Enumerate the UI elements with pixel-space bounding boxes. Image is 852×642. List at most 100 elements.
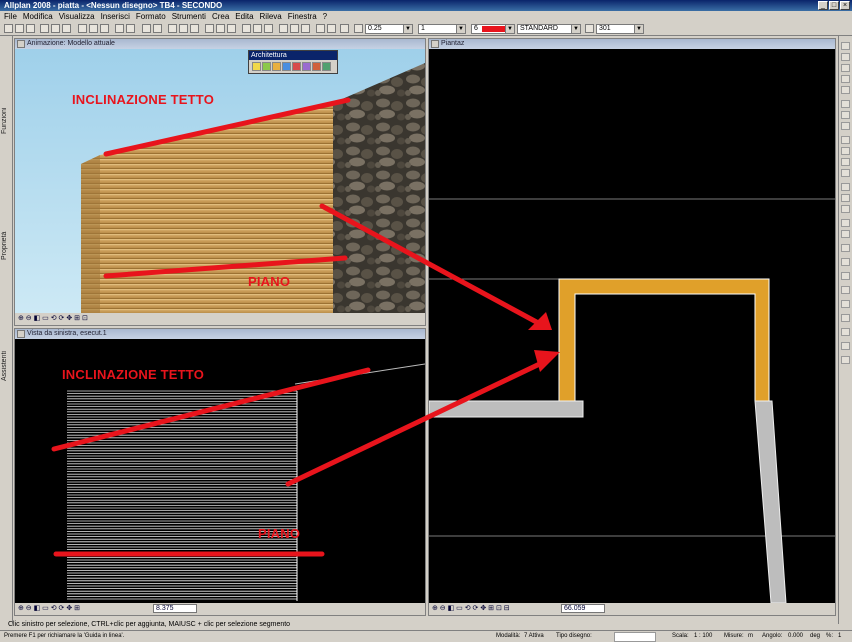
3d-view-icon[interactable] (205, 24, 214, 33)
zoom-in-icon[interactable]: ⊕ ⊖ ◧ ▭ ⟲ ⟳ ✥ ⊞ ⊡ (18, 315, 88, 322)
maximize-button[interactable]: □ (829, 1, 839, 10)
column-icon[interactable] (312, 62, 321, 71)
rectangle-tool-icon[interactable] (841, 64, 850, 72)
window-tile-icon[interactable] (242, 24, 251, 33)
roof-icon[interactable] (272, 62, 281, 71)
circle-tool-icon[interactable] (841, 75, 850, 83)
open-project-icon[interactable] (168, 24, 177, 33)
divide-tool-icon[interactable] (841, 219, 850, 227)
copy-icon[interactable] (89, 24, 98, 33)
paste-icon[interactable] (100, 24, 109, 33)
menu-rileva[interactable]: Rileva (260, 11, 282, 22)
menu-file[interactable]: File (4, 11, 17, 22)
room-icon[interactable] (302, 62, 311, 71)
hatch-select[interactable]: 301 ▼ (596, 24, 644, 34)
pick-up-icon[interactable] (153, 24, 162, 33)
plot-icon[interactable] (62, 24, 71, 33)
help-icon[interactable] (340, 24, 349, 33)
plan-view-pane[interactable]: Piantaz ⊕ ⊖ ◧ ▭ ⟲ ⟳ ✥ ⊞ ⊡ ⊟ 66.059 (428, 38, 836, 616)
menu-finestra[interactable]: Finestra (288, 11, 317, 22)
move-tool-icon[interactable] (841, 136, 850, 144)
drawing-type-field[interactable] (614, 632, 656, 642)
fillet-tool-icon[interactable] (841, 205, 850, 213)
undo-icon[interactable] (115, 24, 124, 33)
tab-proprieta[interactable]: Proprietà (1, 196, 11, 296)
sum-tool-icon[interactable] (841, 342, 850, 350)
pen-thickness-select[interactable]: 0.25 ▼ (365, 24, 413, 34)
polyline-tool-icon[interactable] (841, 53, 850, 61)
stone-wall (333, 63, 425, 313)
tab-funzioni[interactable]: Funzioni (1, 76, 11, 166)
view-navigation-icons[interactable]: ⊕ ⊖ ◧ ▭ ⟲ ⟳ ✥ ⊞ ⊡ ⊟ (432, 605, 510, 612)
layer-icon[interactable] (142, 24, 151, 33)
wall-icon[interactable] (252, 62, 261, 71)
layer-select[interactable]: STANDARD ▼ (517, 24, 581, 34)
new-file-icon[interactable] (4, 24, 13, 33)
menu-strumenti[interactable]: Strumenti (172, 11, 206, 22)
hatch-tool-icon[interactable] (841, 300, 850, 308)
text-tool-icon[interactable] (841, 286, 850, 294)
color-select[interactable]: 6 ▼ (471, 24, 515, 34)
layer-settings-icon[interactable] (585, 24, 594, 33)
menu-formato[interactable]: Formato (136, 11, 166, 22)
minimize-button[interactable]: _ (818, 1, 828, 10)
close-button[interactable]: × (840, 1, 850, 10)
stair-icon[interactable] (292, 62, 301, 71)
redo-icon[interactable] (126, 24, 135, 33)
trim-tool-icon[interactable] (841, 183, 850, 191)
view-navigation-icons[interactable]: ⊕ ⊖ ◧ ▭ ⟲ ⟳ ✥ ⊞ (18, 605, 80, 612)
filter-icon[interactable] (316, 24, 325, 33)
select-icon[interactable] (301, 24, 310, 33)
mirror-tool-icon[interactable] (841, 169, 850, 177)
opening-icon[interactable] (262, 62, 271, 71)
menu-inserisci[interactable]: Inserisci (101, 11, 130, 22)
menu-crea[interactable]: Crea (212, 11, 229, 22)
extend-tool-icon[interactable] (841, 194, 850, 202)
rotate-tool-icon[interactable] (841, 158, 850, 166)
copy-tool-icon[interactable] (841, 147, 850, 155)
properties-icon[interactable] (327, 24, 336, 33)
open-file-icon[interactable] (15, 24, 24, 33)
zoom-value-field[interactable]: 66.059 (561, 604, 605, 613)
menu-visualizza[interactable]: Visualizza (59, 11, 95, 22)
menu-modifica[interactable]: Modifica (23, 11, 53, 22)
line-tool-icon[interactable] (841, 42, 850, 50)
wall-tool-icon[interactable] (841, 328, 850, 336)
offset-tool-icon[interactable] (841, 122, 850, 130)
dimension-tool-icon[interactable] (841, 272, 850, 280)
pen-icon (354, 24, 363, 33)
chevron-down-icon: ▼ (505, 25, 514, 33)
spline-tool-icon[interactable] (841, 100, 850, 108)
parallel-tool-icon[interactable] (841, 111, 850, 119)
drawing-file-icon[interactable] (179, 24, 188, 33)
arc-tool-icon[interactable] (841, 86, 850, 94)
gray-wall-horizontal (429, 400, 584, 418)
tab-assistenti[interactable]: Assistenti (1, 316, 11, 416)
print-icon[interactable] (40, 24, 49, 33)
filter-tool-icon[interactable] (841, 356, 850, 364)
fileset-icon[interactable] (190, 24, 199, 33)
animation-view-pane[interactable]: Animazione: Modello attuale ⊕ ⊖ ◧ ▭ ⟲ ⟳ … (14, 38, 426, 326)
measure-icon[interactable] (279, 24, 288, 33)
render-icon[interactable] (227, 24, 236, 33)
window-single-icon[interactable] (264, 24, 273, 33)
main-toolbar: 0.25 ▼ 1 ▼ 6 ▼ STANDARD ▼ 301 ▼ (0, 22, 852, 36)
menu-help[interactable]: ? (323, 11, 327, 22)
hide-icon[interactable] (216, 24, 225, 33)
window-split-icon[interactable] (253, 24, 262, 33)
beam-icon[interactable] (322, 62, 331, 71)
save-icon[interactable] (26, 24, 35, 33)
delete-tool-icon[interactable] (841, 244, 850, 252)
3d-scene (15, 49, 425, 313)
menu-edita[interactable]: Edita (235, 11, 253, 22)
slab-icon[interactable] (282, 62, 291, 71)
cut-icon[interactable] (78, 24, 87, 33)
join-tool-icon[interactable] (841, 230, 850, 238)
erase-icon[interactable] (841, 258, 850, 266)
symbol-tool-icon[interactable] (841, 314, 850, 322)
print-preview-icon[interactable] (51, 24, 60, 33)
window-titlebar: Allplan 2008 - piatta - <Nessun disegno>… (0, 0, 852, 11)
line-type-select[interactable]: 1 ▼ (418, 24, 466, 34)
zoom-value-field[interactable]: 8.375 (153, 604, 197, 613)
display-icon[interactable] (290, 24, 299, 33)
